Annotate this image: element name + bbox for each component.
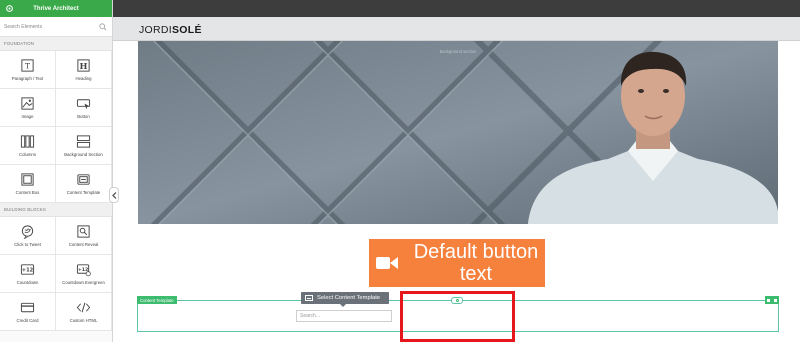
chevron-left-icon (111, 191, 116, 199)
template-search-box[interactable] (296, 310, 392, 322)
element-toolbar[interactable] (765, 296, 779, 304)
columns-icon (20, 135, 35, 148)
svg-text:H: H (80, 61, 88, 71)
content-box-icon (21, 173, 34, 186)
svg-text:T: T (25, 61, 30, 70)
element-content-box[interactable]: Content Box (0, 165, 56, 203)
cta-button-label: Default button text (413, 241, 539, 285)
dropdown-arrow-icon (340, 304, 346, 307)
select-content-template-button[interactable]: Select Content Template (301, 292, 389, 304)
element-content-reveal[interactable]: Content Reveal (56, 217, 112, 255)
cta-button[interactable]: Default button text (369, 239, 545, 287)
building-blocks-grid: Click to Tweet Content Reveal +12 Countd… (0, 217, 112, 331)
background-section-icon (76, 135, 91, 148)
content-reveal-icon (77, 225, 90, 238)
settings-gear-icon[interactable] (4, 3, 14, 13)
image-icon (21, 97, 34, 110)
video-camera-icon (376, 257, 398, 269)
section-foundation: FOUNDATION (0, 37, 112, 51)
credit-card-icon (20, 302, 35, 313)
sidebar-header: Thrive Architect (0, 0, 112, 17)
content-template-tag[interactable]: Content Template (137, 296, 177, 304)
template-search-input[interactable] (300, 313, 388, 319)
countdown-evergreen-icon: +12 (76, 264, 91, 277)
select-content-template-label: Select Content Template (317, 295, 381, 301)
element-search-input[interactable] (4, 23, 94, 30)
code-icon (76, 302, 91, 313)
elements-sidebar: Thrive Architect FOUNDATION T Paragraph … (0, 0, 113, 342)
element-countdown-evergreen[interactable]: +12 Countdown Evergreen (56, 255, 112, 293)
hero-caption: Background section (439, 49, 477, 54)
paragraph-icon: T (21, 59, 34, 72)
button-icon (76, 99, 91, 110)
element-content-template[interactable]: Content Template (56, 165, 112, 203)
site-header: JORDISOLÉ (113, 17, 800, 41)
settings-icon[interactable] (767, 298, 770, 302)
element-image[interactable]: Image (0, 89, 56, 127)
element-custom-html[interactable]: Custom HTML (56, 293, 112, 331)
editor-top-bar (113, 0, 800, 17)
section-building-blocks: BUILDING BLOCKS (0, 203, 112, 217)
content-template-element[interactable]: Content Template (137, 296, 779, 332)
element-credit-card[interactable]: Credit Card (0, 293, 56, 331)
collapse-sidebar-button[interactable] (109, 187, 119, 203)
search-icon (99, 23, 107, 31)
element-paragraph-text[interactable]: T Paragraph / Text (0, 51, 56, 89)
element-heading[interactable]: H Heading (56, 51, 112, 89)
template-icon (305, 295, 313, 301)
element-click-to-tweet[interactable]: Click to Tweet (0, 217, 56, 255)
element-search[interactable] (0, 17, 112, 37)
element-countdown[interactable]: +12 Countdown (0, 255, 56, 293)
heading-icon: H (77, 59, 90, 72)
site-logo[interactable]: JORDISOLÉ (139, 24, 202, 36)
element-columns[interactable]: Columns (0, 127, 56, 165)
hero-photo (138, 41, 778, 224)
foundation-grid: T Paragraph / Text H Heading Image Butto… (0, 51, 112, 203)
hero-background-section[interactable]: Background section (138, 41, 778, 224)
svg-text:+12: +12 (22, 267, 34, 273)
plus-icon (455, 299, 459, 302)
duplicate-icon[interactable] (774, 298, 777, 302)
content-template-icon (77, 174, 90, 185)
app-title: Thrive Architect (33, 5, 79, 12)
element-background-section[interactable]: Background Section (56, 127, 112, 165)
add-element-handle[interactable] (451, 297, 463, 304)
editor-canvas: JORDISOLÉ Background section Default but… (113, 17, 800, 342)
element-button[interactable]: Button (56, 89, 112, 127)
countdown-icon: +12 (20, 264, 35, 275)
twitter-icon (21, 225, 34, 239)
